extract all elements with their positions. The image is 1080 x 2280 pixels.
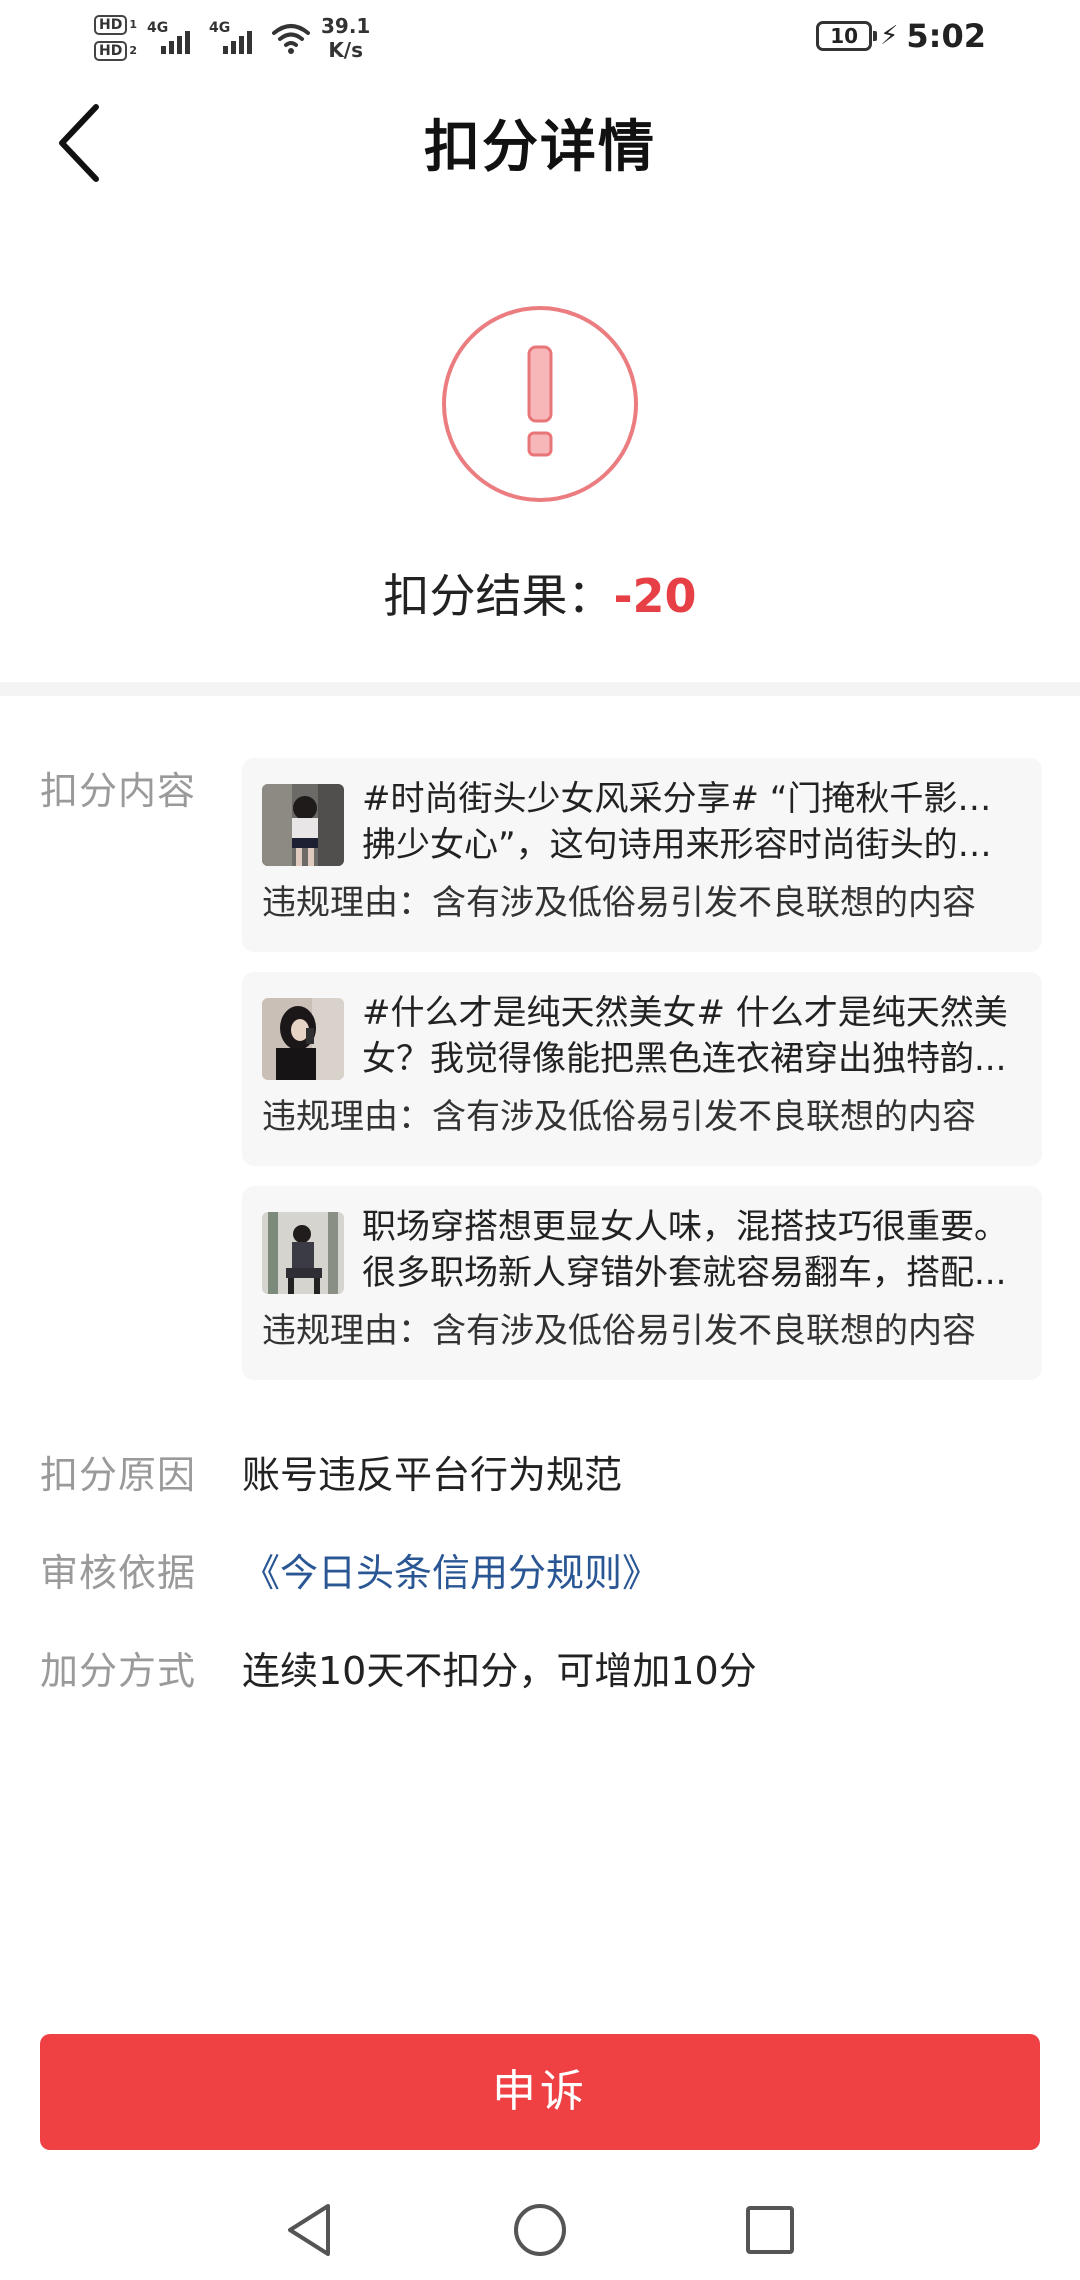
square-recents-icon[interactable] <box>738 2198 802 2262</box>
credit-rules-link[interactable]: 《今日头条信用分规则》 <box>242 1542 660 1597</box>
nav-bar: 扣分详情 <box>0 72 1080 212</box>
circle-home-icon[interactable] <box>508 2198 572 2262</box>
violation-reason: 违规理由：含有涉及低俗易引发不良联想的内容 <box>262 1097 976 1137</box>
deduction-detail-screen: HD 1 HD 2 4G 4G 39.1 K/s 10 ⚡ 5:02 扣分详情 … <box>0 0 1080 2280</box>
post-summary: 职场穿搭想更显女人味，混搭技巧很重要。 很多职场新人穿错外套就容易翻车，搭配..… <box>362 1207 1008 1293</box>
violation-reason: 违规理由：含有涉及低俗易引发不良联想的内容 <box>262 883 976 923</box>
sim2-hd-badge: HD 2 <box>94 41 137 61</box>
post-thumbnail <box>262 1212 344 1294</box>
reason-label: 扣分原因 <box>40 1453 197 1497</box>
wifi-icon <box>272 24 310 54</box>
post-thumbnail <box>262 784 344 866</box>
bonus-value: 连续10天不扣分，可增加10分 <box>242 1649 757 1693</box>
status-right: 10 ⚡ 5:02 <box>816 14 986 58</box>
bonus-label: 加分方式 <box>40 1649 197 1693</box>
basis-label: 审核依据 <box>40 1551 197 1595</box>
result-label: 扣分结果： <box>383 569 614 623</box>
post-summary: #什么才是纯天然美女# 什么才是纯天然美 女？我觉得像能把黑色连衣裙穿出独特韵.… <box>362 993 1008 1079</box>
status-left: HD 1 HD 2 4G 4G 39.1 K/s <box>94 8 370 68</box>
signal-1-icon: 4G <box>147 18 199 58</box>
clock: 5:02 <box>906 17 986 55</box>
charging-bolt-icon: ⚡ <box>880 21 899 51</box>
result-score: -20 <box>613 569 697 623</box>
deduction-result: 扣分结果：-20 <box>0 560 1080 626</box>
post-summary: #时尚街头少女风采分享# “门掩秋千影，风 拂少女心”，这句诗用来形容时尚街头的… <box>362 779 1024 865</box>
section-divider <box>0 682 1080 696</box>
violation-item[interactable]: #时尚街头少女风采分享# “门掩秋千影，风 拂少女心”，这句诗用来形容时尚街头的… <box>242 758 1042 952</box>
exclamation-circle-icon <box>442 306 638 502</box>
status-bar: HD 1 HD 2 4G 4G 39.1 K/s 10 ⚡ 5:02 <box>0 0 1080 72</box>
post-thumbnail <box>262 998 344 1080</box>
sim-indicators: HD 1 HD 2 <box>94 15 137 61</box>
violation-reason: 违规理由：含有涉及低俗易引发不良联想的内容 <box>262 1311 976 1351</box>
network-speed: 39.1 K/s <box>321 14 371 62</box>
violation-item[interactable]: #什么才是纯天然美女# 什么才是纯天然美 女？我觉得像能把黑色连衣裙穿出独特韵.… <box>242 972 1042 1166</box>
signal-2-icon: 4G <box>209 18 261 58</box>
system-nav-bar <box>0 2180 1080 2280</box>
violation-item[interactable]: 职场穿搭想更显女人味，混搭技巧很重要。 很多职场新人穿错外套就容易翻车，搭配..… <box>242 1186 1042 1380</box>
appeal-button[interactable]: 申诉 <box>40 2034 1040 2150</box>
sim1-hd-badge: HD 1 <box>94 15 137 35</box>
battery-icon: 10 <box>816 21 878 51</box>
page-title: 扣分详情 <box>424 115 656 180</box>
content-label: 扣分内容 <box>40 769 197 813</box>
reason-value: 账号违反平台行为规范 <box>242 1453 623 1497</box>
triangle-back-icon[interactable] <box>278 2198 342 2262</box>
